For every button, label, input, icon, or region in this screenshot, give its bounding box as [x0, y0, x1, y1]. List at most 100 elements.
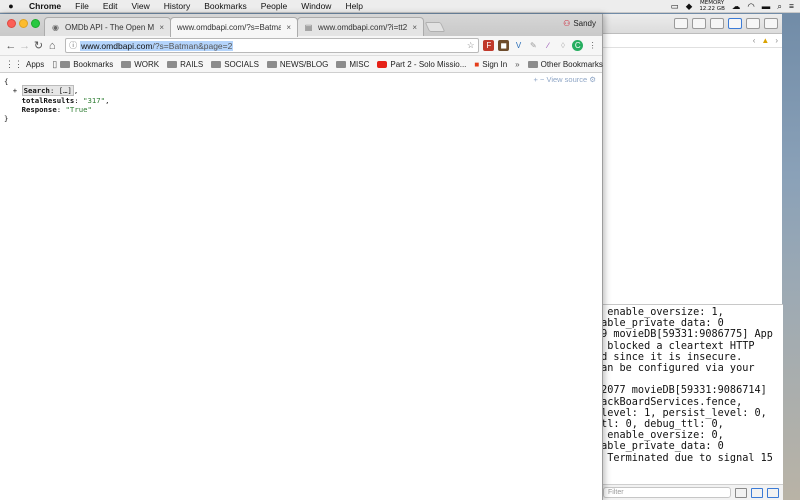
chevron-right-double-icon[interactable]: » [515, 60, 519, 69]
menu-help[interactable]: Help [338, 1, 369, 11]
trash-icon[interactable] [735, 487, 747, 498]
json-string-value: "317" [83, 95, 106, 105]
debug-area-toggle-icon[interactable] [746, 18, 760, 29]
address-bar[interactable]: ⓘ www.omdbapi.com/?s=Batman&page=2 ☆ [65, 38, 480, 53]
json-collapsed-value[interactable]: […] [59, 86, 72, 95]
debug-console[interactable]: enable_oversize: 1, nable_private_data: … [599, 304, 783, 490]
wifi-icon[interactable]: ◠ [747, 1, 754, 12]
json-search-row[interactable]: + Search: […], [4, 85, 602, 97]
chevron-left-icon[interactable]: ‹ [753, 36, 756, 45]
bookmark-sign-in[interactable]: ■ Sign In [474, 60, 507, 69]
zoom-window-button[interactable] [31, 19, 40, 28]
folder-icon [121, 60, 132, 68]
warning-icon[interactable]: ▲ [761, 36, 769, 45]
menu-view[interactable]: View [124, 1, 156, 11]
bookmark-rails[interactable]: RAILS [167, 60, 203, 69]
console-line: nable_private_data: 0 [599, 441, 724, 453]
json-key: Response [21, 104, 57, 114]
bookmark-socials[interactable]: SOCIALS [211, 60, 259, 69]
dropbox-icon[interactable]: ◆ [686, 1, 693, 12]
split-left-icon[interactable] [751, 487, 763, 498]
notification-center-icon[interactable]: ≡ [789, 1, 794, 11]
back-button[interactable]: ← [4, 40, 18, 52]
extension-v-icon[interactable]: V [513, 40, 524, 51]
tab-close-icon[interactable]: × [412, 23, 417, 32]
editor-assistant-icon[interactable] [692, 18, 706, 29]
tab-omdb-imdb-id[interactable]: ▤ www.omdbapi.com/?i=tt2095€ × [297, 17, 424, 36]
utilities-toggle-icon[interactable] [764, 18, 778, 29]
bookmarks-bar: ⋮⋮ Apps ▯ Bookmarks WORK RAILS SOCIALS NEW… [0, 56, 603, 73]
jump-bar: ‹ ▲ › [599, 34, 782, 48]
memory-value: 12.22 GB [699, 6, 725, 12]
xcode-window: ‹ ▲ › enable_oversize: 1, nable_private_… [598, 14, 783, 500]
screen-icon[interactable]: ▭ [671, 1, 679, 12]
menu-file[interactable]: File [68, 1, 96, 11]
console-line: 52077 movieDB[59331:9086714] [599, 385, 767, 397]
url-path: /?s=Batman&page=2 [152, 40, 233, 51]
chevron-right-icon[interactable]: › [775, 36, 778, 45]
extension-pen-icon[interactable]: ∕ [543, 40, 554, 51]
console-line: s blocked a cleartext HTTP [599, 340, 755, 352]
console-filter-input[interactable]: Filter [603, 487, 731, 498]
console-line: : Terminated due to signal 15 [599, 452, 773, 464]
battery-icon[interactable]: ▬ [762, 1, 771, 11]
folder-icon [167, 60, 178, 68]
menu-bar: ● Chrome File Edit View History Bookmark… [0, 0, 800, 13]
bookmark-star-icon[interactable]: ☆ [467, 40, 475, 51]
bookmark-work[interactable]: WORK [121, 60, 159, 69]
reload-button[interactable]: ↻ [32, 39, 46, 52]
menu-history[interactable]: History [157, 1, 197, 11]
navigator-toggle-icon[interactable] [728, 18, 742, 29]
bookmark-news-blog[interactable]: NEWS/BLOG [266, 60, 328, 69]
tab-close-icon[interactable]: × [286, 23, 291, 32]
menu-kebab-icon[interactable]: ⋮ [587, 40, 598, 51]
forward-button[interactable]: → [18, 40, 32, 52]
apple-menu-icon[interactable]: ● [0, 1, 22, 11]
bookmark-misc[interactable]: MISC [336, 60, 369, 69]
menu-edit[interactable]: Edit [96, 1, 125, 11]
extension-red-icon[interactable]: F [483, 40, 495, 51]
bookmark-label: Bookmarks [73, 59, 114, 69]
json-response-row: Response: "True" [21, 104, 92, 114]
extension-wand-icon[interactable]: ✎ [528, 40, 539, 51]
browser-toolbar: ← → ↻ ⌂ ⓘ www.omdbapi.com/?s=Batman&page… [0, 36, 602, 56]
close-window-button[interactable] [7, 19, 16, 28]
bookmark-label: SOCIALS [224, 59, 259, 69]
site-info-icon[interactable]: ⓘ [69, 40, 77, 51]
bookmark-bookmarks[interactable]: ▯ Bookmarks [52, 59, 113, 70]
profile-button[interactable]: ⚇ Sandy [563, 19, 596, 28]
tab-batman-search[interactable]: www.omdbapi.com/?s=Batman × [170, 17, 298, 37]
new-tab-button[interactable] [424, 22, 446, 32]
home-button[interactable]: ⌂ [45, 40, 59, 52]
youtube-icon [377, 60, 388, 68]
editor-version-icon[interactable] [710, 18, 724, 29]
extension-brown-icon[interactable]: ◼ [498, 40, 510, 51]
tab-omdb-home[interactable]: ◉ OMDb API - The Open Movie D × [44, 17, 171, 36]
bookmark-part2[interactable]: Part 2 - Solo Missio... [377, 60, 466, 69]
cloud-icon[interactable]: ☁ [732, 1, 741, 12]
menu-window[interactable]: Window [294, 1, 338, 11]
menu-bookmarks[interactable]: Bookmarks [197, 1, 254, 11]
memory-status[interactable]: MEMORY 12.22 GB [699, 0, 725, 12]
view-source-label: View source [546, 75, 588, 84]
expand-toggle-icon[interactable]: + [4, 86, 22, 95]
view-source-link[interactable]: + − View source ⚙ [534, 75, 596, 84]
menu-people[interactable]: People [254, 1, 294, 11]
tab-close-icon[interactable]: × [159, 23, 164, 32]
split-right-icon[interactable] [767, 487, 779, 498]
editor-standard-icon[interactable] [674, 18, 688, 29]
spotlight-search-icon[interactable]: ⌕ [777, 1, 782, 12]
bookmark-apps[interactable]: ⋮⋮ Apps [5, 59, 44, 70]
menu-chrome[interactable]: Chrome [22, 1, 68, 11]
console-line: ad since it is insecure. [599, 351, 743, 363]
url-host: www.omdbapi.com [81, 40, 153, 51]
bookmark-label: WORK [134, 59, 160, 69]
bookmark-label: MISC [349, 59, 370, 69]
bookmark-other[interactable]: » Other Bookmarks [515, 60, 603, 69]
extension-grey-icon[interactable]: ◊ [558, 40, 569, 51]
folder-icon [266, 60, 277, 68]
minimize-window-button[interactable] [19, 19, 28, 28]
extension-green-c-icon[interactable]: C [572, 40, 584, 51]
json-viewer: + − View source ⚙ { + Search: […], total… [0, 73, 602, 500]
url-text[interactable]: www.omdbapi.com/?s=Batman&page=2 [80, 40, 234, 51]
